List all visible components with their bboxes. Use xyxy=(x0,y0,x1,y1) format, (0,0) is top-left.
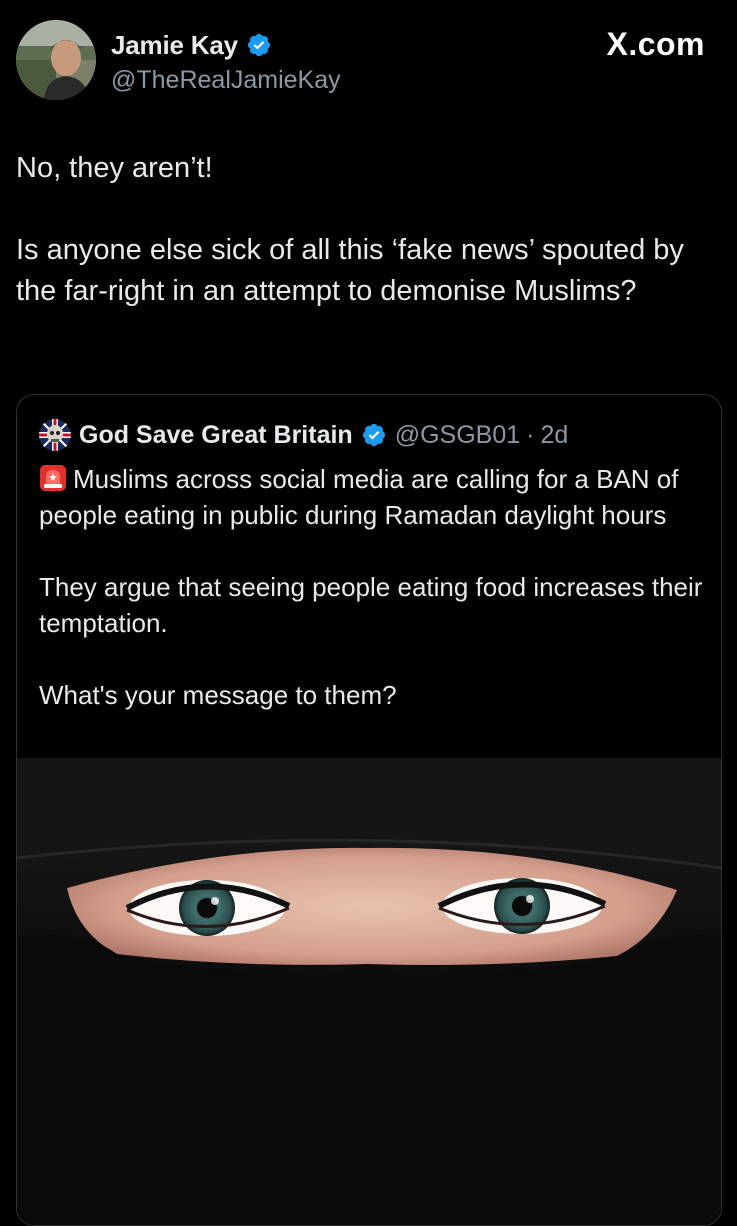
tweet-text-line1: No, they aren’t! xyxy=(16,152,213,184)
quoted-author-avatar[interactable] xyxy=(39,419,71,451)
quoted-tweet-body: Muslims across social media are calling … xyxy=(39,461,704,713)
quoted-author-display-name[interactable]: God Save Great Britain xyxy=(79,421,353,450)
verified-badge-icon xyxy=(361,422,387,448)
x-brand-label: X.com xyxy=(606,26,705,62)
tweet-body: No, they aren’t! Is anyone else sick of … xyxy=(16,148,716,312)
quoted-paragraph-2: They argue that seeing people eating foo… xyxy=(39,572,703,638)
quoted-paragraph-1: Muslims across social media are calling … xyxy=(39,461,704,533)
siren-icon xyxy=(39,464,67,492)
tweet-text-line2: Is anyone else sick of all this ‘fake ne… xyxy=(16,234,684,307)
quoted-tweet[interactable]: God Save Great Britain @GSGB01 · 2d Musl… xyxy=(16,394,722,1226)
author-avatar[interactable] xyxy=(16,20,96,100)
author-display-name[interactable]: Jamie Kay xyxy=(111,30,238,61)
tweet-header: Jamie Kay @TheRealJamieKay X.com xyxy=(16,20,721,104)
time-separator: · xyxy=(526,420,535,449)
quoted-paragraph-3: What's your message to them? xyxy=(39,680,397,710)
tweet-card: Jamie Kay @TheRealJamieKay X.com No, the… xyxy=(0,0,737,1226)
verified-badge-icon xyxy=(246,32,272,58)
quoted-media-image[interactable] xyxy=(17,758,721,1225)
author-name-row: Jamie Kay xyxy=(111,29,272,61)
quoted-timestamp[interactable]: 2d xyxy=(540,421,568,450)
quoted-paragraph-1-text: Muslims across social media are calling … xyxy=(39,464,679,530)
quoted-tweet-header: God Save Great Britain @GSGB01 · 2d xyxy=(39,417,568,453)
quoted-author-handle[interactable]: @GSGB01 xyxy=(395,421,520,450)
author-handle[interactable]: @TheRealJamieKay xyxy=(111,66,341,95)
